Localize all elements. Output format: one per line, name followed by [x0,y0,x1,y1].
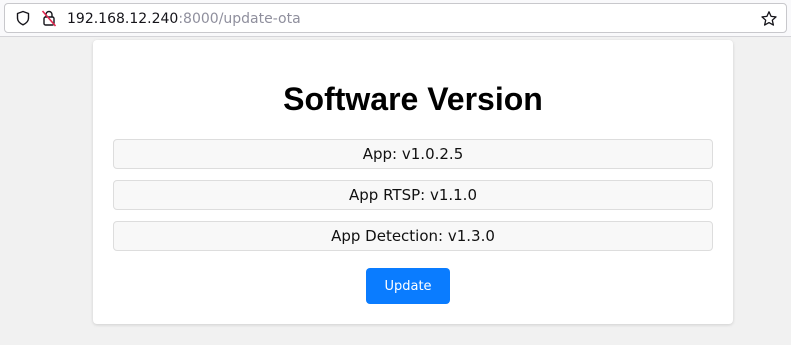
shield-icon[interactable] [15,10,31,26]
version-row-app: App: v1.0.2.5 [113,139,713,169]
url-host: 192.168.12.240 [67,11,179,27]
version-row-app-detection: App Detection: v1.3.0 [113,221,713,251]
version-card: Software Version App: v1.0.2.5 App RTSP:… [93,40,733,324]
url-path: :8000/update-ota [178,11,301,27]
version-row-app-rtsp: App RTSP: v1.1.0 [113,180,713,210]
browser-toolbar: 192.168.12.240:8000/update-ota [0,0,791,37]
url-text[interactable]: 192.168.12.240:8000/update-ota [67,10,301,28]
lock-crossed-icon[interactable] [41,9,57,27]
update-button[interactable]: Update [366,268,450,304]
page-title: Software Version [283,81,543,117]
address-bar[interactable]: 192.168.12.240:8000/update-ota [4,3,787,33]
star-icon[interactable] [760,10,778,28]
